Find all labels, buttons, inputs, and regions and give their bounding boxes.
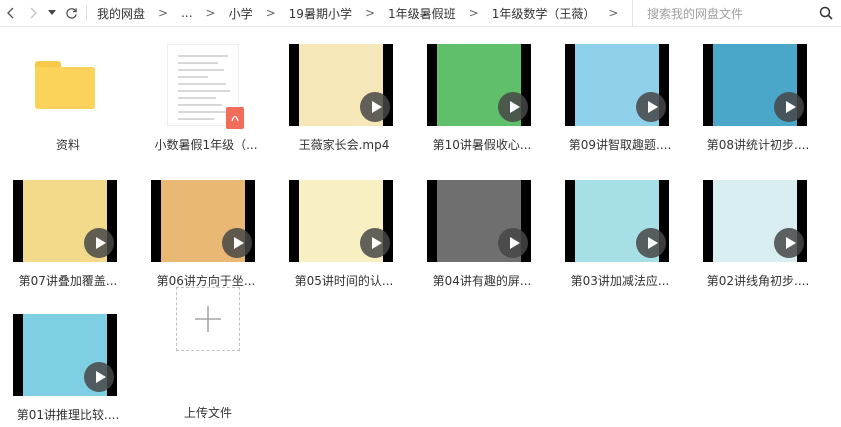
file-name: 第03讲加减法应... (570, 274, 670, 288)
forward-button[interactable] (22, 0, 44, 27)
video-file-item[interactable]: 第06讲方向于坐... (138, 176, 258, 296)
video-file-item[interactable]: 第08讲统计初步.... (690, 40, 810, 160)
file-name: 王薇家长会.mp4 (298, 138, 390, 152)
video-file-item[interactable]: 第05讲时间的认... (276, 176, 396, 296)
video-preview (289, 44, 393, 126)
caret-down-icon (48, 10, 56, 15)
back-button[interactable] (0, 0, 22, 27)
video-file-item[interactable]: 第01讲推理比较.... (0, 310, 120, 427)
file-name: 第05讲时间的认... (294, 274, 394, 288)
breadcrumb-separator: > (158, 6, 169, 20)
breadcrumb-separator: > (468, 6, 479, 20)
video-preview (13, 314, 117, 396)
video-file-item[interactable]: 第03讲加减法应... (552, 176, 672, 296)
file-name: 第04讲有趣的屏... (432, 274, 532, 288)
file-name: 第08讲统计初步.... (706, 138, 810, 152)
breadcrumb-separator: > (364, 6, 376, 20)
video-file-item[interactable]: 第02讲线角初步.... (690, 176, 810, 296)
upload-button[interactable] (176, 287, 240, 351)
file-thumbnail (289, 180, 393, 262)
file-name: 第02讲线角初步.... (706, 274, 810, 288)
file-thumbnail (565, 180, 669, 262)
file-thumbnail (151, 44, 255, 129)
search-box (632, 0, 841, 27)
toolbar-divider (86, 5, 87, 21)
toolbar: 我的网盘 > ... > 小学 > 19暑期小学 > 1年级暑假班 > 1年级数… (0, 0, 841, 27)
breadcrumb-item-ellipsis[interactable]: ... (177, 6, 196, 20)
video-preview (703, 180, 807, 262)
video-preview (427, 180, 531, 262)
video-file-item[interactable]: 第07讲叠加覆盖... (0, 176, 120, 296)
refresh-icon (65, 7, 77, 19)
video-preview (13, 180, 117, 262)
breadcrumb-separator: > (608, 6, 619, 20)
breadcrumb-item-summer[interactable]: 19暑期小学 (285, 5, 356, 22)
play-icon[interactable] (774, 92, 804, 122)
video-file-item[interactable]: 王薇家长会.mp4 (276, 40, 396, 160)
video-preview (703, 44, 807, 126)
pdf-icon (226, 107, 244, 129)
play-icon[interactable] (636, 92, 666, 122)
chevron-right-icon (30, 7, 37, 19)
file-thumbnail (289, 44, 393, 126)
breadcrumb-item-grade1[interactable]: 1年级暑假班 (384, 5, 460, 22)
file-thumbnail (427, 44, 531, 126)
breadcrumb: 我的网盘 > ... > 小学 > 19暑期小学 > 1年级暑假班 > 1年级数… (93, 5, 627, 22)
breadcrumb-item-root[interactable]: 我的网盘 (93, 5, 149, 22)
search-input[interactable] (633, 6, 803, 21)
file-name: 小数暑假1年级（... (154, 138, 258, 152)
video-preview (565, 180, 669, 262)
file-thumbnail (703, 44, 807, 126)
pdf-preview (167, 44, 244, 129)
file-thumbnail (565, 44, 669, 126)
plus-icon (195, 306, 221, 332)
video-preview (565, 44, 669, 126)
upload-label: 上传文件 (183, 406, 232, 420)
video-file-item[interactable]: 第09讲智取趣题.... (552, 40, 672, 160)
play-icon[interactable] (360, 92, 390, 122)
history-dropdown-button[interactable] (44, 0, 60, 27)
chevron-left-icon (7, 7, 14, 19)
breadcrumb-separator: > (265, 6, 276, 20)
video-file-item[interactable]: 第10讲暑假收心... (414, 40, 534, 160)
file-name: 第09讲智取趣题.... (568, 138, 672, 152)
play-icon[interactable] (498, 228, 528, 258)
video-preview (427, 44, 531, 126)
breadcrumb-separator: > (205, 6, 216, 20)
refresh-button[interactable] (60, 0, 82, 27)
breadcrumb-item-primary[interactable]: 小学 (225, 5, 257, 22)
play-icon[interactable] (84, 362, 114, 392)
play-icon[interactable] (222, 228, 252, 258)
play-icon[interactable] (498, 92, 528, 122)
file-thumbnail (151, 180, 255, 262)
video-preview (151, 180, 255, 262)
play-icon[interactable] (360, 228, 390, 258)
video-file-item[interactable]: 第04讲有趣的屏... (414, 176, 534, 296)
folder-item[interactable]: 资料 (0, 40, 120, 160)
file-thumbnail (703, 180, 807, 262)
file-name: 第01讲推理比较.... (16, 408, 120, 422)
play-icon[interactable] (636, 228, 666, 258)
play-icon[interactable] (84, 228, 114, 258)
file-thumbnail (427, 180, 531, 262)
folder-icon (35, 61, 95, 109)
file-thumbnail (13, 180, 117, 262)
file-name: 第10讲暑假收心... (432, 138, 532, 152)
file-name: 第07讲叠加覆盖... (18, 274, 118, 288)
play-icon[interactable] (774, 228, 804, 258)
file-name: 资料 (55, 138, 80, 152)
file-thumbnail (13, 44, 117, 126)
search-icon[interactable] (819, 6, 833, 20)
pdf-file-item[interactable]: 小数暑假1年级（... (138, 40, 258, 160)
file-thumbnail (13, 314, 117, 396)
video-preview (289, 180, 393, 262)
breadcrumb-item-current[interactable]: 1年级数学（王薇） (488, 5, 600, 22)
